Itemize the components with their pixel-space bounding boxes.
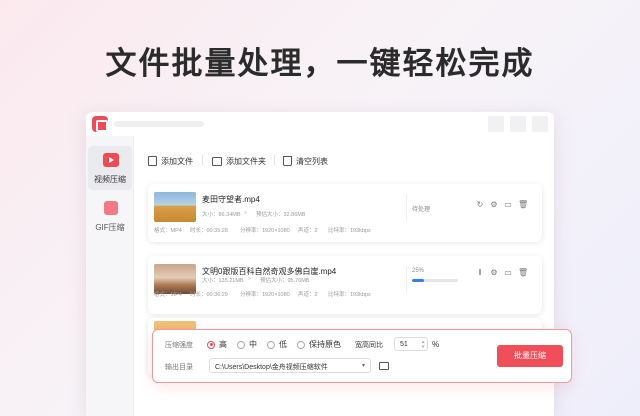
status-text: 待处理 — [412, 207, 431, 213]
radio — [237, 340, 245, 349]
app-logo-icon — [92, 116, 108, 132]
ratio-unit: % — [432, 340, 440, 349]
toolbar-divider — [274, 154, 275, 166]
title-placeholder — [114, 121, 204, 127]
ratio-input[interactable]: 51 ▲ ▼ — [394, 337, 428, 351]
add-folder-button[interactable]: 添加文件夹 — [212, 154, 266, 168]
clear-list-label: 清空列表 — [296, 156, 328, 166]
progress-fill — [412, 279, 424, 282]
file-actions: ↻ ⚙ ▭ 🗑 — [476, 201, 529, 209]
batch-compress-button[interactable]: 批量压缩 — [497, 345, 563, 367]
ratio-label: 宽高同比 — [355, 342, 383, 349]
output-dir-select[interactable]: C:\Users\Desktop\金舟视频压缩软件 ▾ — [209, 358, 371, 373]
strength-option-keep-color[interactable]: 保持原色 — [297, 339, 341, 350]
option-label: 中 — [249, 340, 257, 349]
pause-icon[interactable]: ‖ — [476, 269, 484, 277]
minimize-button[interactable] — [488, 116, 504, 132]
estimated-size: 预估大小：32.86MB — [256, 212, 306, 218]
sidebar: 视频压缩 GIF压缩 — [86, 136, 134, 416]
radio — [267, 340, 275, 349]
output-dir-label: 输出目录 — [165, 364, 193, 371]
sidebar-item-label: 视频压缩 — [94, 175, 126, 184]
radio-checked — [207, 340, 215, 349]
sidebar-item-gif-compress[interactable]: GIF压缩 — [88, 194, 132, 238]
folder-icon[interactable] — [379, 362, 389, 370]
file-channels: 声道：2 — [298, 292, 318, 298]
stepper-icon[interactable]: ▲ ▼ — [421, 339, 425, 349]
file-duration: 时长：00:36:29 — [190, 292, 228, 298]
arrow-icon: » — [244, 210, 248, 216]
delete-icon[interactable]: 🗑 — [518, 269, 528, 277]
chevron-down-icon: ▾ — [361, 363, 365, 369]
card-divider — [406, 194, 407, 220]
file-size: 大小：86.34MB — [202, 212, 241, 218]
maximize-button[interactable] — [510, 116, 526, 132]
strength-option-high[interactable]: 高 — [207, 339, 227, 350]
strength-label: 压缩强度 — [165, 342, 193, 349]
progress-bar — [412, 279, 458, 282]
file-bitrate: 比特率：193kbps — [328, 228, 371, 234]
radio — [297, 340, 305, 349]
output-dir-path: C:\Users\Desktop\金舟视频压缩软件 — [215, 364, 328, 371]
sidebar-item-label: GIF压缩 — [95, 223, 125, 232]
toolbar-divider — [202, 154, 203, 166]
file-actions: ‖ ⚙ ▭ 🗑 — [476, 269, 528, 277]
compression-settings-panel: 压缩强度 高 中 低 保持原色 宽高同比 51 ▲ ▼ % 输出目录 C:\Use… — [152, 329, 572, 383]
refresh-icon[interactable]: ↻ — [476, 201, 484, 209]
folder-icon[interactable]: ▭ — [504, 269, 512, 277]
option-label: 高 — [219, 340, 227, 349]
file-channels: 声道：2 — [298, 228, 318, 234]
delete-icon[interactable]: 🗑 — [518, 201, 528, 209]
settings-icon[interactable]: ⚙ — [490, 201, 498, 209]
clear-list-button[interactable]: 清空列表 — [283, 154, 328, 168]
video-thumbnail — [154, 192, 196, 222]
trash-icon — [283, 156, 292, 166]
add-file-button[interactable]: 添加文件 — [148, 154, 193, 168]
file-item[interactable]: 麦田守望者.mp4 大小：86.34MB » 预估大小：32.86MB 格式：M… — [148, 184, 542, 242]
add-folder-icon — [212, 156, 222, 166]
ratio-value: 51 — [400, 341, 408, 348]
option-label: 低 — [279, 340, 287, 349]
file-name: 麦田守望者.mp4 — [202, 195, 260, 204]
file-item[interactable]: 文明0跟版百科自然奇观多佛白崖.mp4 大小：135.21MB » 预估大小：9… — [148, 256, 542, 314]
file-format: 格式：MP4 — [154, 292, 182, 298]
file-resolution: 分辨率：1920×1080 — [240, 228, 290, 234]
settings-icon[interactable]: ⚙ — [490, 269, 498, 277]
gif-icon — [104, 201, 118, 215]
title-bar — [86, 112, 554, 136]
folder-icon[interactable]: ▭ — [504, 201, 512, 209]
arrow-icon: » — [248, 276, 252, 282]
add-folder-label: 添加文件夹 — [226, 156, 266, 166]
file-duration: 时长：00:35:28 — [190, 228, 228, 234]
option-label: 保持原色 — [309, 340, 341, 349]
page-headline: 文件批量处理，一键轻松完成 — [105, 46, 535, 81]
video-icon — [103, 153, 119, 167]
strength-option-low[interactable]: 低 — [267, 339, 287, 350]
sidebar-item-video-compress[interactable]: 视频压缩 — [88, 146, 132, 190]
close-button[interactable] — [532, 116, 548, 132]
progress-percent: 25% — [412, 268, 425, 274]
strength-option-medium[interactable]: 中 — [237, 339, 257, 350]
add-file-icon — [148, 156, 157, 166]
file-resolution: 分辨率：1920×1080 — [240, 292, 290, 298]
estimated-size: 预估大小：95.76MB — [260, 278, 310, 284]
file-format: 格式：MP4 — [154, 228, 182, 234]
file-size: 大小：135.21MB — [202, 278, 244, 284]
add-file-label: 添加文件 — [161, 156, 193, 166]
card-divider — [406, 266, 407, 292]
file-bitrate: 比特率：193kbps — [328, 292, 371, 298]
